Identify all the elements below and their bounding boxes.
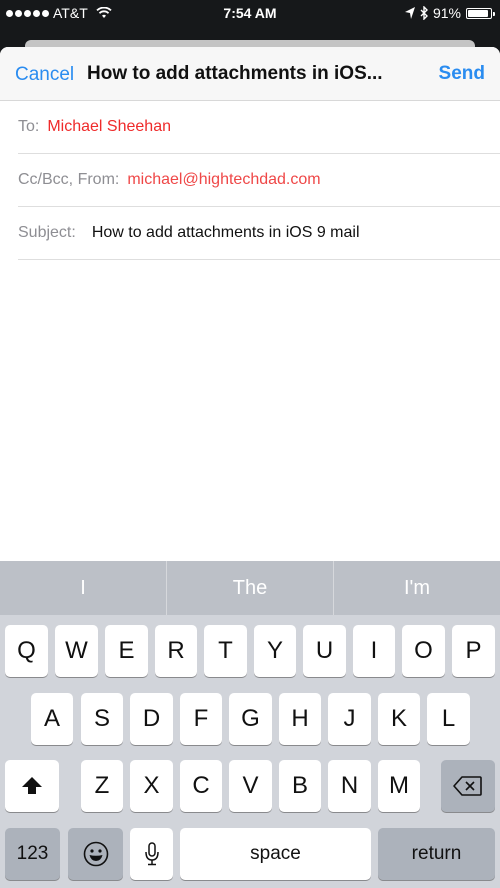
compose-title: How to add attachments in iOS... [87, 63, 383, 84]
key-c[interactable]: C [180, 760, 222, 812]
recipient-token[interactable]: Michael Sheehan [47, 118, 171, 136]
keyboard: I The I'm Q W E R T Y U I O P A S D F G … [0, 561, 500, 888]
bluetooth-icon [420, 6, 428, 20]
shift-key[interactable] [5, 760, 59, 812]
key-q[interactable]: Q [5, 625, 48, 677]
key-d[interactable]: D [130, 693, 173, 745]
prediction-1[interactable]: I [0, 561, 167, 615]
send-button[interactable]: Send [439, 63, 485, 85]
key-o[interactable]: O [402, 625, 445, 677]
key-m[interactable]: M [378, 760, 420, 812]
key-f[interactable]: F [180, 693, 222, 745]
key-u[interactable]: U [303, 625, 346, 677]
key-z[interactable]: Z [81, 760, 123, 812]
key-s[interactable]: S [81, 693, 123, 745]
key-j[interactable]: J [328, 693, 371, 745]
location-arrow-icon [404, 7, 415, 19]
backspace-icon [453, 776, 482, 796]
dictation-key[interactable] [130, 828, 173, 880]
from-address[interactable]: michael@hightechdad.com [127, 171, 320, 189]
key-i[interactable]: I [353, 625, 395, 677]
microphone-icon [144, 842, 159, 866]
key-n[interactable]: N [328, 760, 371, 812]
key-g[interactable]: G [229, 693, 272, 745]
key-a[interactable]: A [31, 693, 73, 745]
numbers-key[interactable]: 123 [5, 828, 60, 880]
navigation-bar: Cancel How to add attachments in iOS... … [0, 47, 500, 101]
status-bar: AT&T 7:54 AM 91% [0, 0, 500, 28]
subject-input[interactable]: How to add attachments in iOS 9 mail [92, 224, 360, 242]
cc-bcc-from-field[interactable]: Cc/Bcc, From: michael@hightechdad.com [18, 154, 500, 207]
key-x[interactable]: X [130, 760, 173, 812]
shift-arrow-icon [22, 777, 42, 794]
emoji-icon [83, 841, 108, 867]
to-field[interactable]: To: Michael Sheehan [18, 101, 500, 154]
predictive-bar: I The I'm [0, 561, 500, 615]
space-key[interactable]: space [180, 828, 371, 880]
key-v[interactable]: V [229, 760, 272, 812]
key-y[interactable]: Y [254, 625, 296, 677]
subject-field[interactable]: Subject: How to add attachments in iOS 9… [18, 207, 500, 260]
cc-bcc-from-label: Cc/Bcc, From: [18, 171, 120, 188]
key-r[interactable]: R [155, 625, 197, 677]
prediction-2[interactable]: The [167, 561, 334, 615]
message-body[interactable] [0, 260, 500, 560]
cancel-button[interactable]: Cancel [15, 64, 74, 86]
emoji-key[interactable] [68, 828, 123, 880]
key-t[interactable]: T [204, 625, 247, 677]
key-e[interactable]: E [105, 625, 148, 677]
key-p[interactable]: P [452, 625, 495, 677]
subject-label: Subject: [18, 224, 76, 241]
battery-percentage: 91% [432, 5, 461, 21]
return-key[interactable]: return [378, 828, 495, 880]
key-h[interactable]: H [279, 693, 321, 745]
compose-sheet: Cancel How to add attachments in iOS... … [0, 47, 500, 562]
to-label: To: [18, 118, 40, 135]
key-b[interactable]: B [279, 760, 321, 812]
key-w[interactable]: W [55, 625, 98, 677]
delete-key[interactable] [441, 760, 495, 812]
prediction-3[interactable]: I'm [334, 561, 500, 615]
battery-level [468, 9, 489, 17]
battery-icon [466, 7, 495, 19]
key-l[interactable]: L [427, 693, 470, 745]
key-k[interactable]: K [378, 693, 420, 745]
